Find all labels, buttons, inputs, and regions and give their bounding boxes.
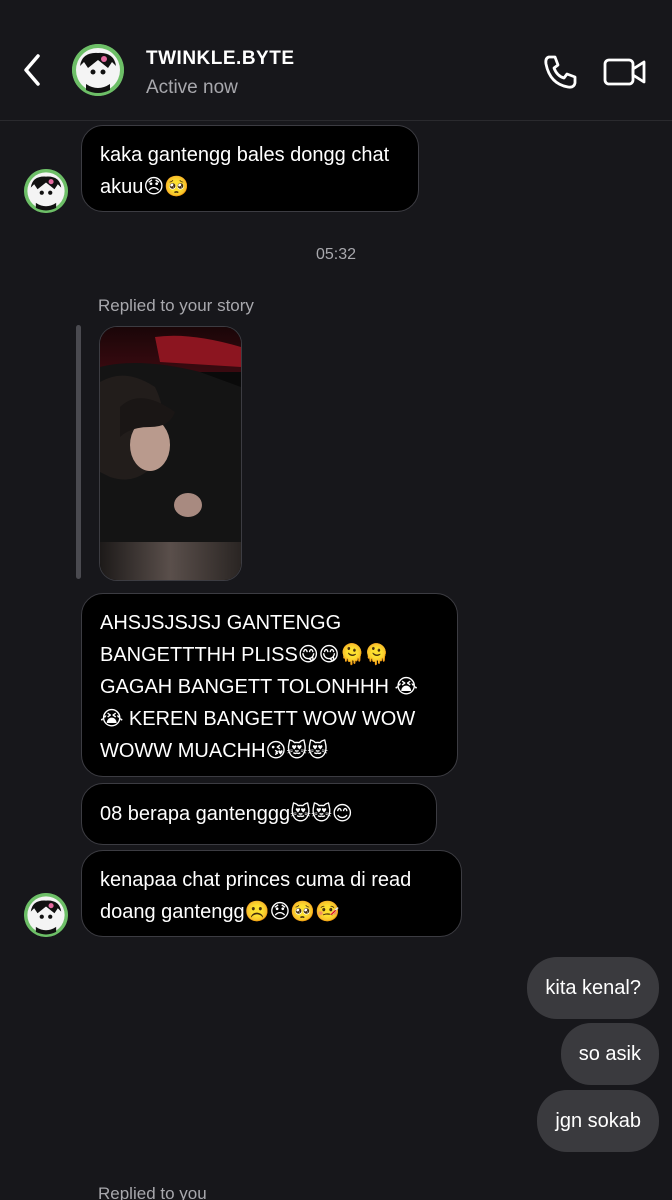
- message-timestamp: 05:32: [315, 246, 357, 263]
- video-camera-icon: [603, 58, 646, 86]
- incoming-message[interactable]: AHSJSJSJSJ GANTENGG BANGETTTHH PLISS😋😋🫠🫠…: [81, 593, 458, 777]
- profile-picture: [24, 169, 68, 213]
- chevron-left-icon: [24, 54, 40, 86]
- reply-indicator-bar: [76, 325, 81, 579]
- phone-icon: [544, 55, 577, 89]
- message-text: kita kenal?: [545, 977, 641, 999]
- message-text: jgn sokab: [555, 1110, 641, 1132]
- video-call-button[interactable]: [600, 52, 650, 92]
- message-text: 08 berapa gantenggg😻😻😊: [100, 803, 353, 825]
- story-photo: [100, 327, 241, 580]
- profile-picture: [72, 44, 124, 96]
- incoming-message[interactable]: kaka gantengg bales dongg chat akuu😞🥺: [81, 125, 419, 212]
- page-title[interactable]: TWINKLE.BYTE: [146, 48, 295, 70]
- sender-avatar[interactable]: [24, 169, 68, 213]
- outgoing-message[interactable]: so asik: [560, 1023, 659, 1085]
- chat-screen: TWINKLE.BYTE Active now kaka gantengg ba…: [0, 0, 672, 1200]
- message-text: kenapaa chat princes cuma di read doang …: [100, 869, 412, 923]
- incoming-message[interactable]: 08 berapa gantenggg😻😻😊: [81, 783, 437, 845]
- story-thumbnail[interactable]: [99, 326, 242, 581]
- outgoing-message[interactable]: kita kenal?: [527, 957, 659, 1019]
- call-button[interactable]: [540, 52, 580, 92]
- message-text: so asik: [578, 1043, 641, 1065]
- avatar[interactable]: [72, 44, 124, 96]
- sender-avatar[interactable]: [24, 893, 68, 937]
- story-reply-label: Replied to your story: [98, 296, 254, 315]
- chat-header: TWINKLE.BYTE Active now: [0, 0, 672, 121]
- back-button[interactable]: [18, 50, 48, 90]
- outgoing-message[interactable]: jgn sokab: [537, 1090, 659, 1152]
- incoming-message[interactable]: kenapaa chat princes cuma di read doang …: [81, 850, 462, 937]
- reply-label: Replied to you: [98, 1184, 207, 1200]
- active-status: Active now: [146, 77, 238, 98]
- message-text: AHSJSJSJSJ GANTENGG BANGETTTHH PLISS😋😋🫠🫠…: [100, 612, 418, 762]
- profile-picture: [24, 893, 68, 937]
- message-text: kaka gantengg bales dongg chat akuu😞🥺: [100, 144, 390, 198]
